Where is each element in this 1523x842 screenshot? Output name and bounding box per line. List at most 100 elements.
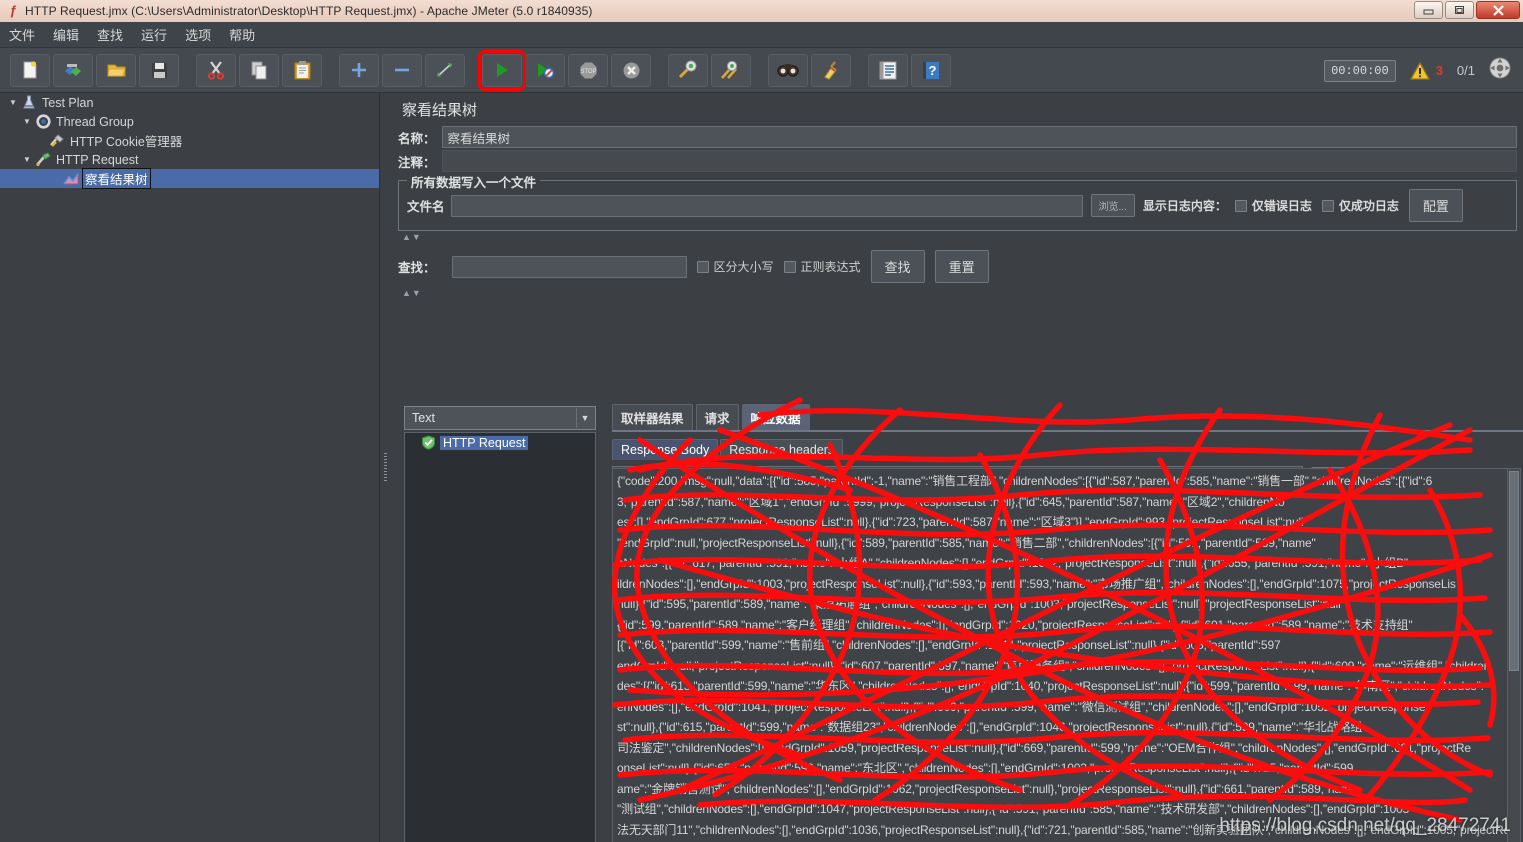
warning-indicator[interactable]: 3 (1409, 61, 1443, 80)
comment-input[interactable] (441, 150, 1517, 172)
templates-icon[interactable] (53, 53, 93, 87)
reset-search-broom-icon[interactable] (811, 53, 851, 87)
svg-text:STOP: STOP (580, 69, 596, 75)
tab-request[interactable]: 请求 (695, 404, 739, 430)
add-plus-icon[interactable] (339, 53, 379, 87)
clear-all-icon[interactable] (711, 53, 751, 87)
toolbar-status-area: 00:00:00 3 0/1 (1324, 48, 1511, 93)
results-area: Text ▼ HTTP Request Scroll automatically… (392, 404, 1523, 842)
write-all-data-groupbox: 所有数据写入一个文件 文件名 浏览... 显示日志内容： 仅错误日志 仅成功日志 (398, 172, 1517, 231)
toggle-arrow-icon[interactable]: ▼ (6, 98, 20, 107)
tab-underline (612, 430, 1523, 432)
shutdown-icon[interactable] (611, 53, 651, 87)
subtab-response-headers[interactable]: Response headers (720, 439, 844, 460)
tab-sampler-result[interactable]: 取样器结果 (612, 404, 693, 430)
search-input[interactable] (451, 255, 687, 278)
maximize-button[interactable] (1445, 1, 1474, 19)
scrollbar-thumb[interactable] (1509, 471, 1519, 671)
start-no-pauses-icon[interactable] (525, 53, 565, 87)
list-item[interactable]: HTTP Request (405, 433, 595, 452)
svg-text:?: ? (929, 63, 937, 78)
toggle-arrow-icon[interactable]: ▼ (20, 117, 34, 126)
warning-triangle-icon (1409, 61, 1430, 80)
menu-run[interactable]: 运行 (132, 22, 176, 47)
warning-count: 3 (1435, 63, 1443, 78)
checkbox-box[interactable] (783, 260, 796, 273)
test-plan-icon (20, 95, 38, 111)
checkbox-box[interactable] (1321, 199, 1334, 212)
regex-checkbox[interactable]: 正则表达式 (783, 258, 861, 275)
clear-icon[interactable] (668, 53, 708, 87)
tree-node-label: Thread Group (56, 114, 134, 129)
stop-icon[interactable]: STOP (568, 53, 608, 87)
collapse-up-icon[interactable]: ▲ (402, 289, 411, 298)
collapse-up-icon[interactable]: ▲ (402, 233, 411, 242)
reset-button[interactable]: 重置 (934, 250, 989, 283)
test-plan-tree[interactable]: ▼ Test Plan ▼ Thread Group HTTP Cookie管理… (0, 93, 380, 842)
case-sensitive-checkbox[interactable]: 区分大小写 (696, 258, 774, 275)
name-input[interactable] (441, 126, 1517, 148)
collapse-down-icon[interactable]: ▼ (412, 233, 421, 242)
menu-search[interactable]: 查找 (88, 22, 132, 47)
name-row: 名称： (398, 126, 1517, 148)
search-binoculars-icon[interactable] (768, 53, 808, 87)
splitter-grip (383, 452, 387, 483)
start-play-icon[interactable] (478, 49, 526, 91)
function-helper-icon[interactable] (868, 53, 908, 87)
tree-node-label: HTTP Request (56, 152, 139, 167)
checkbox-box[interactable] (1234, 199, 1247, 212)
open-folder-icon[interactable] (96, 53, 136, 87)
success-only-checkbox[interactable]: 仅成功日志 (1321, 197, 1399, 214)
new-document-icon[interactable] (10, 53, 50, 87)
jmeter-logo-icon: ƒ (9, 3, 17, 18)
menu-options[interactable]: 选项 (176, 22, 220, 47)
sampler-result-list[interactable]: HTTP Request (404, 432, 596, 842)
toggle-arrow-icon[interactable]: ▼ (20, 155, 34, 164)
toggle-icon[interactable] (425, 53, 465, 87)
groupbox-title: 所有数据写入一个文件 (407, 172, 541, 191)
cut-scissors-icon[interactable] (196, 53, 236, 87)
comment-label: 注释： (398, 155, 436, 170)
subtab-response-body[interactable]: Response Body (612, 439, 719, 460)
menu-edit[interactable]: 编辑 (44, 22, 88, 47)
tab-response-data[interactable]: 响应数据 (741, 404, 810, 430)
list-item-label: HTTP Request (440, 435, 529, 450)
close-button[interactable] (1476, 1, 1520, 19)
search-label: 查找： (398, 261, 436, 275)
minimize-button[interactable] (1414, 1, 1443, 19)
chevron-down-icon[interactable]: ▼ (576, 408, 593, 428)
bottom-splitter-collapse-arrows[interactable]: ▲ ▼ (398, 283, 1517, 300)
name-label: 名称： (398, 131, 436, 146)
filename-input[interactable] (450, 194, 1083, 217)
renderer-select[interactable]: Text ▼ (404, 406, 596, 430)
search-button[interactable]: 查找 (870, 250, 925, 283)
collapse-down-icon[interactable]: ▼ (412, 289, 421, 298)
tree-node-thread-group[interactable]: ▼ Thread Group (0, 112, 379, 131)
menu-help[interactable]: 帮助 (220, 22, 264, 47)
remove-minus-icon[interactable] (382, 53, 422, 87)
menu-file[interactable]: 文件 (0, 22, 44, 47)
tree-node-http-request[interactable]: ▼ HTTP Request (0, 150, 379, 169)
window-title: HTTP Request.jmx (C:\Users\Administrator… (25, 4, 593, 18)
remote-engines-icon[interactable] (1489, 57, 1511, 84)
tree-node-test-plan[interactable]: ▼ Test Plan (0, 93, 379, 112)
copy-icon[interactable] (239, 53, 279, 87)
tree-node-http-cookie-manager[interactable]: HTTP Cookie管理器 (0, 131, 379, 150)
response-vertical-scrollbar[interactable] (1507, 468, 1521, 842)
tree-node-view-results-tree[interactable]: 察看结果树 (0, 168, 379, 189)
errors-only-checkbox[interactable]: 仅错误日志 (1234, 197, 1312, 214)
save-floppy-icon[interactable] (139, 53, 179, 87)
checkbox-box[interactable] (696, 260, 709, 273)
thread-group-icon (34, 114, 52, 130)
response-body-text[interactable]: {"code":200,"msg":null,"data":[{"id":585… (612, 468, 1520, 842)
browse-button[interactable]: 浏览... (1090, 194, 1135, 217)
window-controls (1414, 1, 1520, 19)
paste-clipboard-icon[interactable] (282, 53, 322, 87)
menubar: 文件 编辑 查找 运行 选项 帮助 (0, 22, 1523, 48)
tree-splitter[interactable] (380, 93, 390, 842)
help-icon[interactable]: ? (911, 53, 951, 87)
top-splitter-collapse-arrows[interactable]: ▲ ▼ (398, 231, 1517, 244)
window-titlebar: ƒ HTTP Request.jmx (C:\Users\Administrat… (0, 0, 1523, 22)
configure-button[interactable]: 配置 (1408, 189, 1463, 222)
cookie-manager-icon (48, 133, 66, 149)
